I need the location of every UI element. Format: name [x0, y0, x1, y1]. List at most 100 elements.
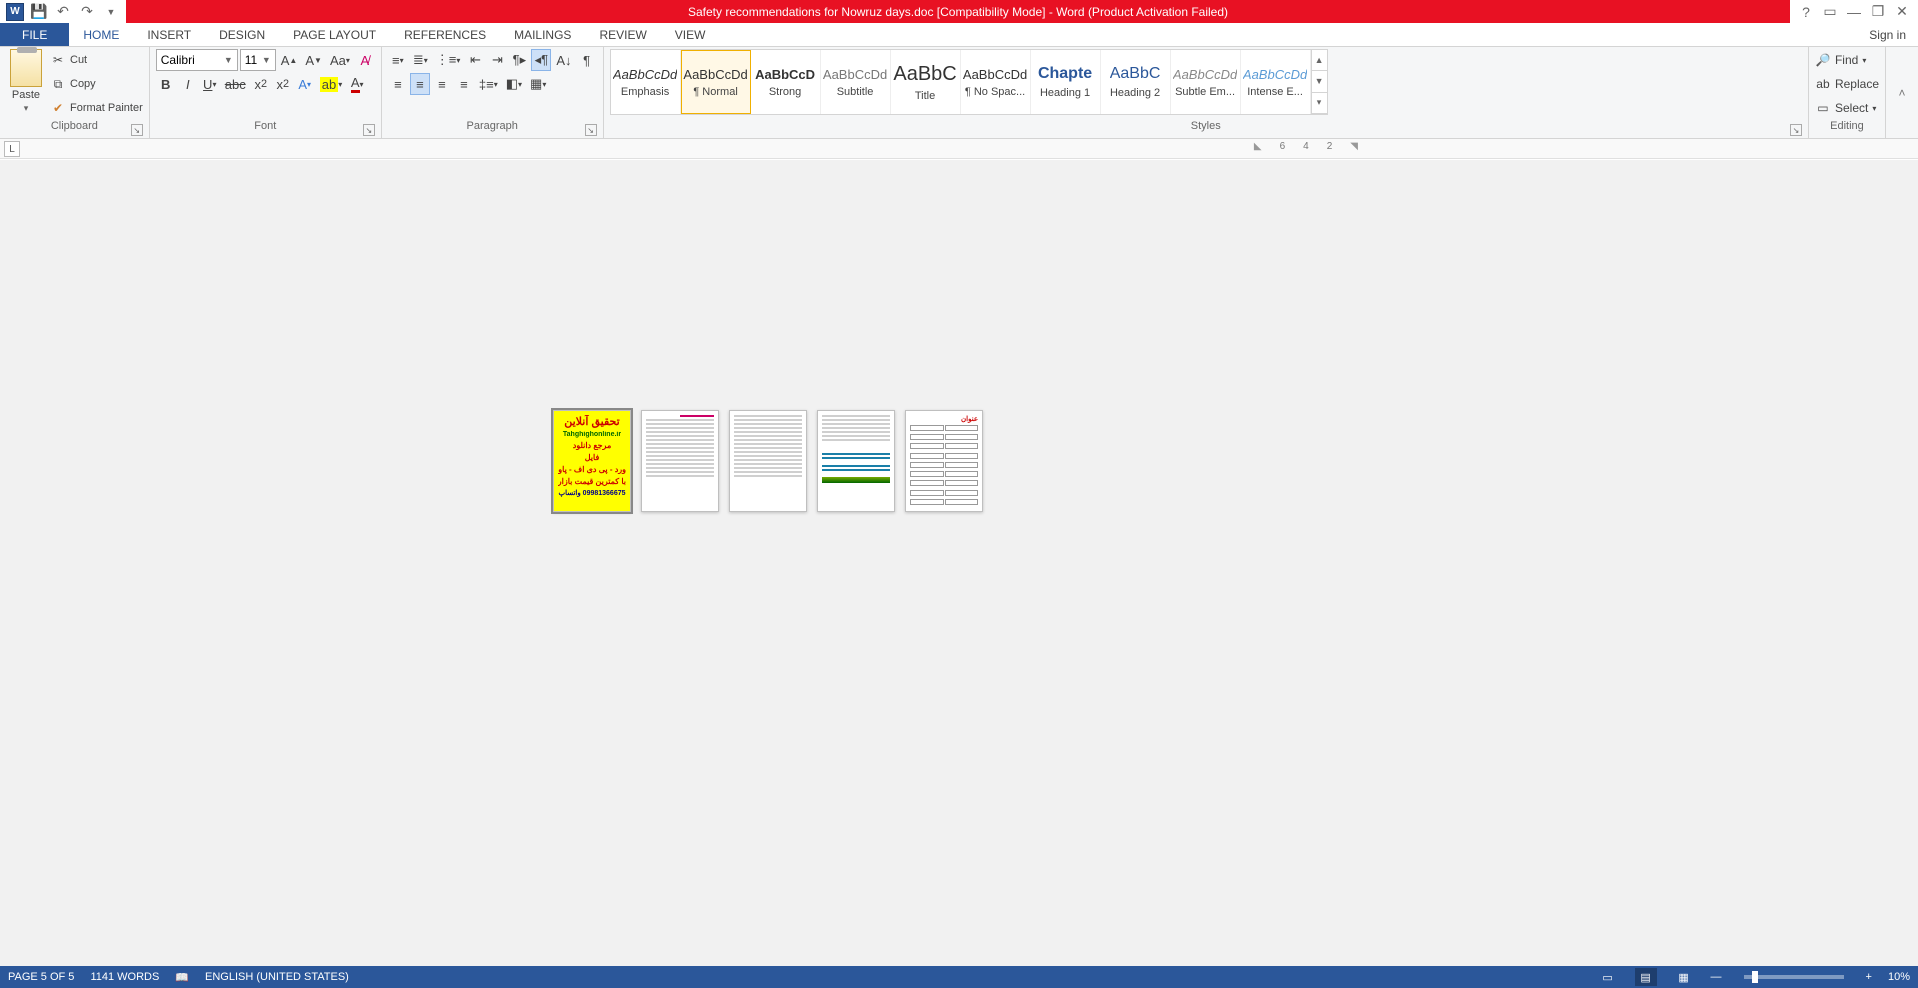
- underline-button[interactable]: U▾: [200, 73, 220, 95]
- font-size-combo[interactable]: 11▼: [240, 49, 276, 71]
- tab-design[interactable]: DESIGN: [205, 23, 279, 46]
- sort-button[interactable]: A↓: [553, 49, 574, 71]
- page-thumb-4[interactable]: [641, 410, 719, 512]
- align-left-button[interactable]: ≡: [388, 73, 408, 95]
- page-thumb-2[interactable]: [817, 410, 895, 512]
- group-label: Styles↘: [610, 120, 1802, 138]
- style-heading2[interactable]: AaBbCHeading 2: [1101, 50, 1171, 114]
- tab-review[interactable]: REVIEW: [585, 23, 660, 46]
- tab-mailings[interactable]: MAILINGS: [500, 23, 585, 46]
- superscript-button[interactable]: x2: [273, 73, 293, 95]
- clipboard-launcher[interactable]: ↘: [131, 124, 143, 136]
- page-thumb-5[interactable]: تحقیق آنلاین Tahghighonline.ir مرجع دانل…: [553, 410, 631, 512]
- redo-button[interactable]: ↷: [78, 3, 96, 21]
- replace-button[interactable]: abReplace: [1815, 73, 1879, 95]
- change-case-button[interactable]: Aa▾: [327, 49, 353, 71]
- page-indicator[interactable]: PAGE 5 OF 5: [8, 971, 74, 983]
- sign-in-link[interactable]: Sign in: [1863, 23, 1912, 46]
- font-name-combo[interactable]: Calibri▼: [156, 49, 238, 71]
- paragraph-launcher[interactable]: ↘: [585, 124, 597, 136]
- style-subtitle[interactable]: AaBbCcDdSubtitle: [821, 50, 891, 114]
- qat-customize[interactable]: ▼: [102, 3, 120, 21]
- close-button[interactable]: ✕: [1892, 2, 1912, 22]
- format-painter-button[interactable]: ✔Format Painter: [50, 97, 143, 119]
- language-indicator[interactable]: ENGLISH (UNITED STATES): [205, 971, 349, 983]
- tab-home[interactable]: HOME: [69, 23, 133, 46]
- undo-button[interactable]: ↶: [54, 3, 72, 21]
- zoom-slider[interactable]: [1744, 975, 1844, 979]
- highlight-button[interactable]: ab▾: [317, 73, 345, 95]
- find-button[interactable]: 🔎Find▾: [1815, 49, 1879, 71]
- decrease-indent-button[interactable]: ⇤: [465, 49, 485, 71]
- spellcheck-button[interactable]: 📖: [175, 971, 189, 984]
- strikethrough-button[interactable]: abc: [222, 73, 249, 95]
- style-normal[interactable]: AaBbCcDd¶ Normal: [681, 50, 751, 114]
- tab-insert[interactable]: INSERT: [133, 23, 205, 46]
- paste-button[interactable]: Paste ▾: [6, 49, 46, 114]
- cut-button[interactable]: ✂Cut: [50, 49, 143, 71]
- grow-font-button[interactable]: A▲: [278, 49, 301, 71]
- shrink-font-button[interactable]: A▼: [302, 49, 325, 71]
- font-launcher[interactable]: ↘: [363, 124, 375, 136]
- align-right-button[interactable]: ≡: [432, 73, 452, 95]
- copy-button[interactable]: ⧉Copy: [50, 73, 143, 95]
- zoom-thumb[interactable]: [1752, 971, 1758, 983]
- clear-formatting-button[interactable]: A̸: [355, 49, 375, 71]
- font-color-button[interactable]: A▾: [347, 73, 367, 95]
- select-button[interactable]: ▭Select▾: [1815, 97, 1879, 119]
- ruler-indent-right-icon[interactable]: ◥: [1350, 141, 1358, 152]
- group-font: Calibri▼ 11▼ A▲ A▼ Aa▾ A̸ B I U▾ abc x2 …: [150, 47, 382, 138]
- ribbon-options-button[interactable]: ▭: [1820, 2, 1840, 22]
- align-center-button[interactable]: ≡: [410, 73, 430, 95]
- word-count[interactable]: 1141 WORDS: [90, 971, 159, 983]
- horizontal-ruler[interactable]: L ◣ 6 4 2 ◥: [0, 139, 1918, 159]
- show-marks-button[interactable]: ¶: [577, 49, 597, 71]
- style-strong[interactable]: AaBbCcDStrong: [751, 50, 821, 114]
- help-button[interactable]: ?: [1796, 2, 1816, 22]
- minimize-button[interactable]: —: [1844, 2, 1864, 22]
- justify-button[interactable]: ≡: [454, 73, 474, 95]
- styles-expand[interactable]: ▾: [1312, 93, 1327, 114]
- tab-selector[interactable]: L: [4, 141, 20, 157]
- tab-references[interactable]: REFERENCES: [390, 23, 500, 46]
- print-layout-button[interactable]: ▤: [1635, 968, 1657, 986]
- document-canvas[interactable]: تحقیق آنلاین Tahghighonline.ir مرجع دانل…: [0, 160, 1918, 968]
- styles-launcher[interactable]: ↘: [1790, 124, 1802, 136]
- bullets-button[interactable]: ≡▾: [388, 49, 408, 71]
- shading-button[interactable]: ◧▾: [503, 73, 525, 95]
- bold-button[interactable]: B: [156, 73, 176, 95]
- web-layout-button[interactable]: ▦: [1673, 968, 1695, 986]
- increase-indent-button[interactable]: ⇥: [487, 49, 507, 71]
- read-mode-button[interactable]: ▭: [1597, 968, 1619, 986]
- styles-scroll-up[interactable]: ▲: [1312, 50, 1327, 71]
- tab-page-layout[interactable]: PAGE LAYOUT: [279, 23, 390, 46]
- tab-file[interactable]: FILE: [0, 23, 69, 46]
- group-paragraph: ≡▾ ≣▾ ⋮≡▾ ⇤ ⇥ ¶▸ ◂¶ A↓ ¶ ≡ ≡ ≡ ≡ ‡≡▾ ◧▾: [382, 47, 604, 138]
- styles-scroll-down[interactable]: ▼: [1312, 71, 1327, 92]
- style-heading1[interactable]: ChapteHeading 1: [1031, 50, 1101, 114]
- line-spacing-button[interactable]: ‡≡▾: [476, 73, 501, 95]
- tab-view[interactable]: VIEW: [661, 23, 720, 46]
- collapse-ribbon-button[interactable]: ˄: [1892, 85, 1912, 101]
- text-effects-button[interactable]: A▾: [295, 73, 315, 95]
- subscript-button[interactable]: x2: [251, 73, 271, 95]
- ltr-direction-button[interactable]: ¶▸: [509, 49, 529, 71]
- zoom-in-button[interactable]: +: [1866, 971, 1872, 983]
- multilevel-list-button[interactable]: ⋮≡▾: [433, 49, 464, 71]
- style-title[interactable]: AaBbCTitle: [891, 50, 961, 114]
- ruler-indent-left-icon[interactable]: ◣: [1254, 141, 1262, 152]
- page-thumb-3[interactable]: [729, 410, 807, 512]
- page-thumb-1[interactable]: عنوان: [905, 410, 983, 512]
- zoom-level[interactable]: 10%: [1888, 971, 1910, 983]
- style-no-spacing[interactable]: AaBbCcDd¶ No Spac...: [961, 50, 1031, 114]
- zoom-out-button[interactable]: —: [1711, 971, 1722, 983]
- save-button[interactable]: 💾: [30, 3, 48, 21]
- restore-button[interactable]: ❐: [1868, 2, 1888, 22]
- style-emphasis[interactable]: AaBbCcDdEmphasis: [611, 50, 681, 114]
- style-subtle-emphasis[interactable]: AaBbCcDdSubtle Em...: [1171, 50, 1241, 114]
- numbering-button[interactable]: ≣▾: [410, 49, 431, 71]
- borders-button[interactable]: ▦▾: [527, 73, 549, 95]
- rtl-direction-button[interactable]: ◂¶: [531, 49, 551, 71]
- italic-button[interactable]: I: [178, 73, 198, 95]
- style-intense-emphasis[interactable]: AaBbCcDdIntense E...: [1241, 50, 1311, 114]
